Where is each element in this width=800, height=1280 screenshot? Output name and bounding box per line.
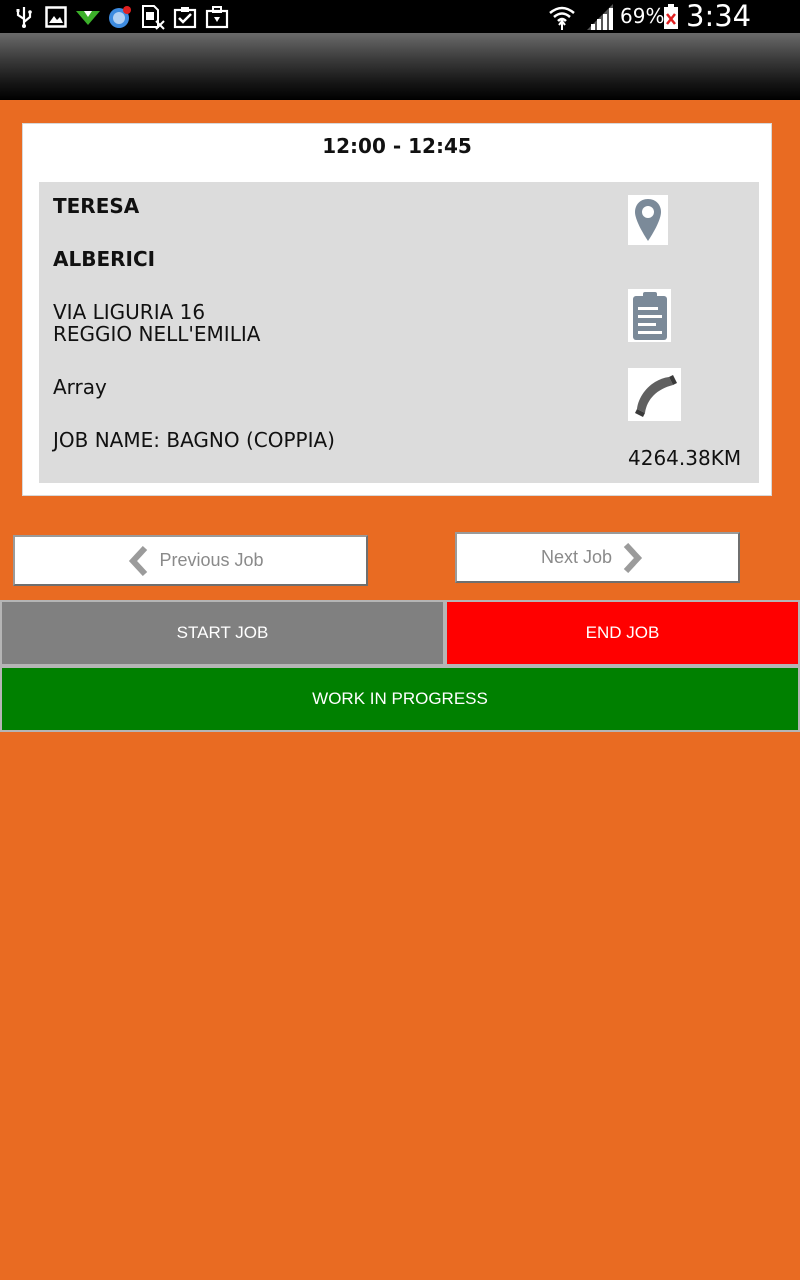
previous-job-button[interactable]: Previous Job [13,535,368,586]
start-job-button[interactable]: START JOB [0,600,445,666]
clipboard-check-icon [172,4,198,30]
action-bar [0,33,800,100]
job-time-range: 12:00 - 12:45 [322,134,472,158]
clock: 3:34 PM [686,0,752,66]
customer-last-name: ALBERICI [53,247,156,271]
work-in-progress-button[interactable]: WORK IN PROGRESS [0,666,800,732]
signal-icon [584,4,614,30]
battery-icon [662,4,680,30]
status-bar: 69% 3:34 PM [0,0,800,66]
chevron-right-icon [623,542,643,573]
usb-icon [12,4,36,30]
customer-first-name: TERESA [53,194,140,218]
chevron-left-icon [129,545,148,576]
wifi-icon [548,4,576,30]
address-line-1: VIA LIGURIA 16 [53,300,206,324]
address-line-2: REGGIO NELL'EMILIA [53,322,261,346]
browser-notification-icon [107,4,133,30]
job-name: JOB NAME: BAGNO (COPPIA) [53,428,335,452]
sim-card-icon [140,4,166,30]
job-card: 12:00 - 12:45 TERESA ALBERICI VIA LIGURI… [22,123,772,496]
job-details: TERESA ALBERICI VIA LIGURIA 16 REGGIO NE… [39,182,759,483]
battery-percent: 69% [620,4,665,28]
previous-job-label: Previous Job [159,550,264,570]
notes-icon[interactable] [628,289,671,342]
customer-phone: Array [53,375,107,399]
gallery-icon [44,4,68,30]
phone-icon[interactable] [628,368,681,421]
briefcase-icon [204,4,230,30]
map-pin-icon[interactable] [628,195,668,245]
next-job-button[interactable]: Next Job [455,532,740,583]
distance: 4264.38KM [628,446,742,470]
next-job-label: Next Job [540,547,613,567]
download-icon [75,4,101,30]
end-job-button[interactable]: END JOB [445,600,800,666]
